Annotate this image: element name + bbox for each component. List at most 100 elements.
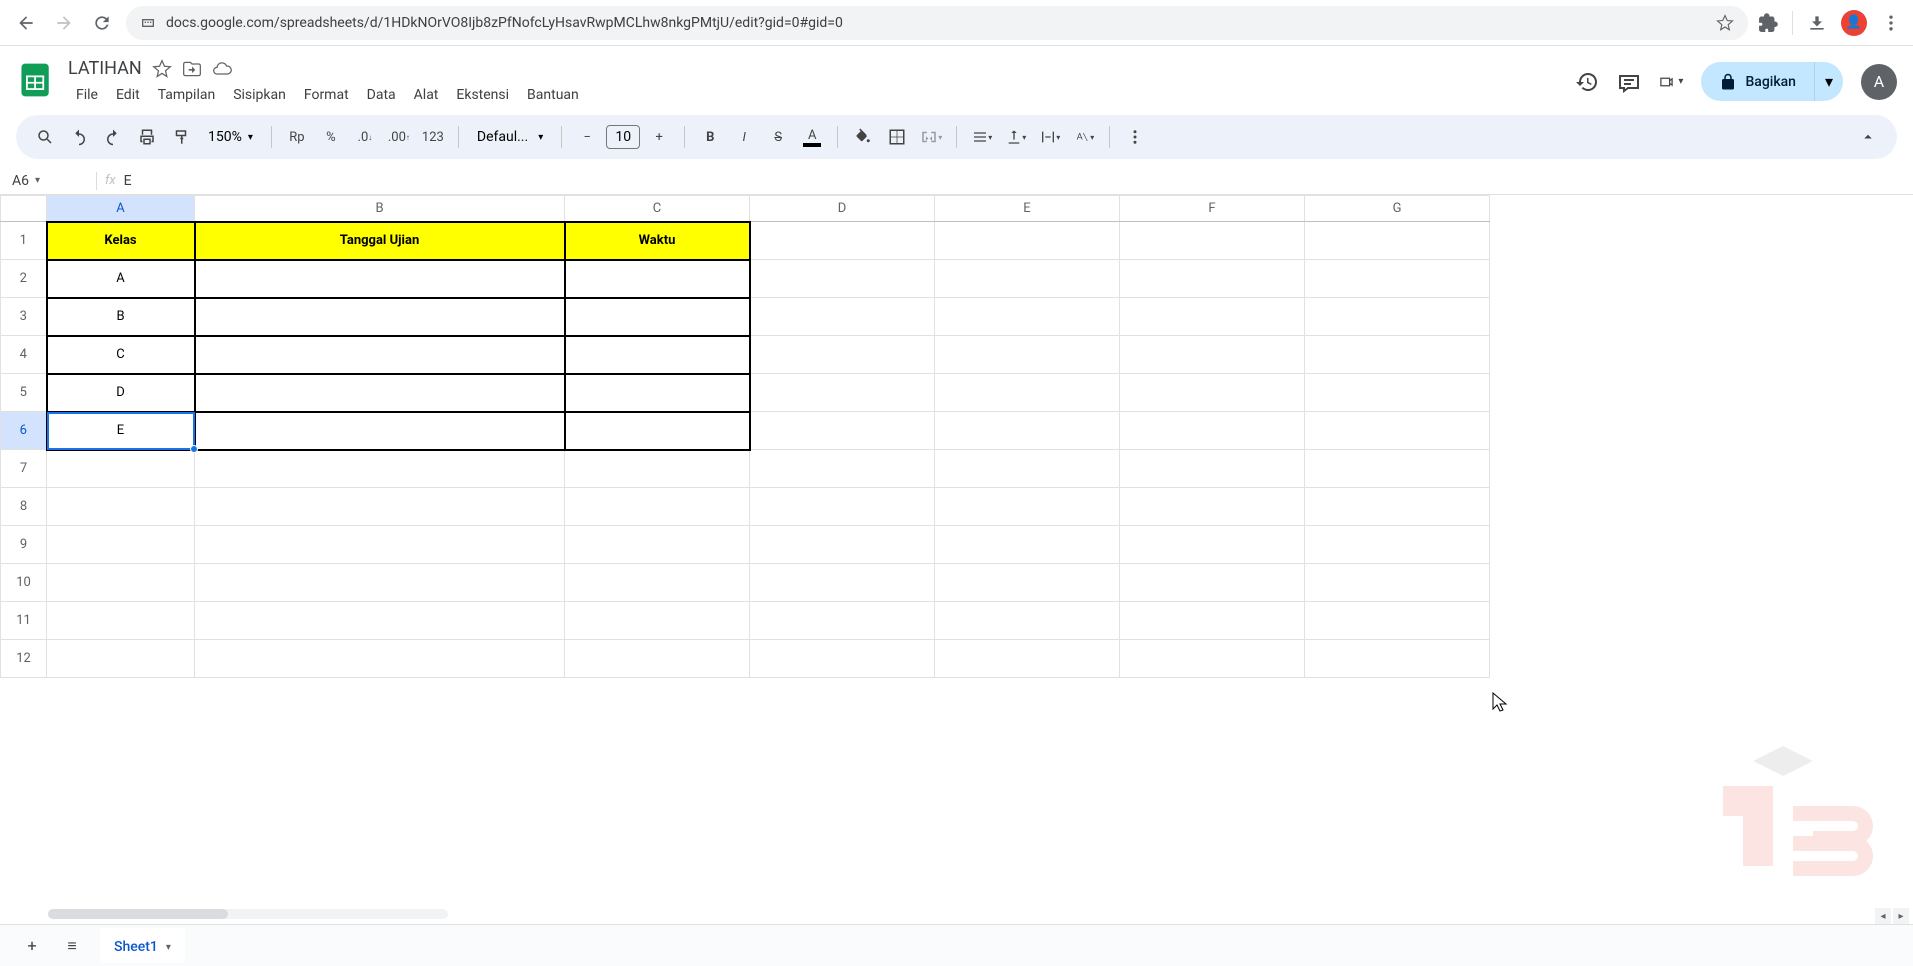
history-icon[interactable] — [1575, 70, 1599, 94]
cell-C11[interactable] — [565, 602, 750, 640]
reload-button[interactable] — [88, 9, 116, 37]
cell-G8[interactable] — [1305, 488, 1490, 526]
col-header-E[interactable]: E — [935, 196, 1120, 222]
star-doc-icon[interactable] — [152, 59, 172, 79]
cell-C8[interactable] — [565, 488, 750, 526]
percent-button[interactable]: % — [316, 122, 346, 152]
cell-B12[interactable] — [195, 640, 565, 678]
row-header-9[interactable]: 9 — [1, 526, 47, 564]
cell-C3[interactable] — [565, 298, 750, 336]
row-header-10[interactable]: 10 — [1, 564, 47, 602]
cell-B10[interactable] — [195, 564, 565, 602]
cell-D6[interactable] — [750, 412, 935, 450]
cell-F6[interactable] — [1120, 412, 1305, 450]
text-color-button[interactable]: A — [797, 122, 827, 152]
cell-E5[interactable] — [935, 374, 1120, 412]
cell-F1[interactable] — [1120, 222, 1305, 260]
col-header-D[interactable]: D — [750, 196, 935, 222]
profile-avatar[interactable]: 👤 — [1841, 10, 1867, 36]
cell-B11[interactable] — [195, 602, 565, 640]
cell-F10[interactable] — [1120, 564, 1305, 602]
cell-G12[interactable] — [1305, 640, 1490, 678]
search-menu-icon[interactable] — [30, 122, 60, 152]
menu-format[interactable]: Format — [296, 83, 357, 107]
cell-B3[interactable] — [195, 298, 565, 336]
col-header-A[interactable]: A — [47, 196, 195, 222]
extensions-icon[interactable] — [1758, 13, 1778, 33]
cell-D8[interactable] — [750, 488, 935, 526]
all-sheets-button[interactable]: ≡ — [60, 934, 84, 958]
rotate-button[interactable]: A▾ — [1069, 122, 1099, 152]
cell-G1[interactable] — [1305, 222, 1490, 260]
menu-file[interactable]: File — [68, 83, 106, 107]
cell-D3[interactable] — [750, 298, 935, 336]
cell-F12[interactable] — [1120, 640, 1305, 678]
cell-E4[interactable] — [935, 336, 1120, 374]
cell-E2[interactable] — [935, 260, 1120, 298]
valign-button[interactable]: ▾ — [1001, 122, 1031, 152]
decrease-font-button[interactable]: − — [572, 122, 602, 152]
row-header-3[interactable]: 3 — [1, 298, 47, 336]
bold-button[interactable]: B — [695, 122, 725, 152]
row-header-11[interactable]: 11 — [1, 602, 47, 640]
cell-D1[interactable] — [750, 222, 935, 260]
name-box[interactable]: A6 ▾ — [8, 173, 88, 189]
menu-sisipkan[interactable]: Sisipkan — [225, 83, 294, 107]
cell-C9[interactable] — [565, 526, 750, 564]
row-header-4[interactable]: 4 — [1, 336, 47, 374]
more-toolbar-icon[interactable] — [1120, 122, 1150, 152]
cell-A5[interactable]: D — [47, 374, 195, 412]
cell-A2[interactable]: A — [47, 260, 195, 298]
cell-E10[interactable] — [935, 564, 1120, 602]
halign-button[interactable]: ▾ — [967, 122, 997, 152]
cell-A11[interactable] — [47, 602, 195, 640]
cell-D4[interactable] — [750, 336, 935, 374]
cell-C6[interactable] — [565, 412, 750, 450]
paint-format-button[interactable] — [166, 122, 196, 152]
horizontal-scrollbar[interactable] — [48, 909, 448, 919]
menu-alat[interactable]: Alat — [406, 83, 447, 107]
cell-D10[interactable] — [750, 564, 935, 602]
cell-D9[interactable] — [750, 526, 935, 564]
cell-B8[interactable] — [195, 488, 565, 526]
num-format-button[interactable]: 123 — [418, 122, 448, 152]
cell-C12[interactable] — [565, 640, 750, 678]
cell-F2[interactable] — [1120, 260, 1305, 298]
cell-C2[interactable] — [565, 260, 750, 298]
cell-F8[interactable] — [1120, 488, 1305, 526]
menu-bantuan[interactable]: Bantuan — [519, 83, 587, 107]
scroll-right-icon[interactable]: ▸ — [1893, 908, 1909, 924]
cell-F3[interactable] — [1120, 298, 1305, 336]
cell-G3[interactable] — [1305, 298, 1490, 336]
wrap-button[interactable]: ▾ — [1035, 122, 1065, 152]
cell-B5[interactable] — [195, 374, 565, 412]
fill-color-button[interactable] — [848, 122, 878, 152]
cell-D2[interactable] — [750, 260, 935, 298]
cell-A1[interactable]: Kelas — [47, 222, 195, 260]
cell-B4[interactable] — [195, 336, 565, 374]
account-avatar[interactable]: A — [1861, 64, 1897, 100]
share-dropdown[interactable]: ▾ — [1815, 62, 1843, 101]
row-header-7[interactable]: 7 — [1, 450, 47, 488]
cell-G4[interactable] — [1305, 336, 1490, 374]
cell-A12[interactable] — [47, 640, 195, 678]
formula-input[interactable]: E — [124, 173, 132, 189]
cell-G10[interactable] — [1305, 564, 1490, 602]
cell-G5[interactable] — [1305, 374, 1490, 412]
currency-button[interactable]: Rp — [282, 122, 312, 152]
back-button[interactable] — [12, 9, 40, 37]
print-button[interactable] — [132, 122, 162, 152]
cloud-status-icon[interactable] — [212, 59, 232, 79]
cell-B2[interactable] — [195, 260, 565, 298]
cell-E6[interactable] — [935, 412, 1120, 450]
decrease-decimal-button[interactable]: .0↓ — [350, 122, 380, 152]
cell-A8[interactable] — [47, 488, 195, 526]
row-header-5[interactable]: 5 — [1, 374, 47, 412]
cell-B1[interactable]: Tanggal Ujian — [195, 222, 565, 260]
col-header-C[interactable]: C — [565, 196, 750, 222]
cell-A10[interactable] — [47, 564, 195, 602]
menu-ekstensi[interactable]: Ekstensi — [448, 83, 517, 107]
sheets-logo[interactable] — [16, 60, 56, 100]
cell-D11[interactable] — [750, 602, 935, 640]
spreadsheet-grid[interactable]: ABCDEFG1KelasTanggal UjianWaktu2A3B4C5D6… — [0, 195, 1913, 921]
